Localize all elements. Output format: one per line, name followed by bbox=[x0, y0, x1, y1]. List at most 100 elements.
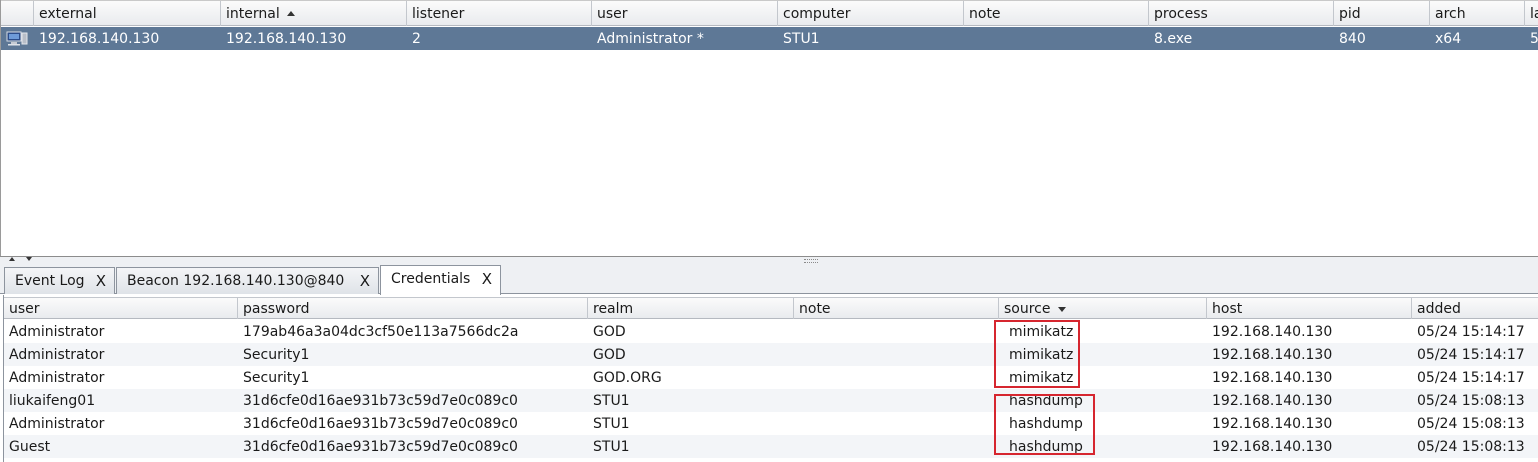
cell-user: Administrator bbox=[9, 324, 105, 340]
cell-password: 31d6cfe0d16ae931b73c59d7e0c089c0 bbox=[243, 393, 518, 409]
cell-note bbox=[794, 343, 999, 366]
cell-host: 192.168.140.130 bbox=[1212, 347, 1333, 363]
close-tab-icon[interactable]: X bbox=[360, 268, 370, 294]
tab-beacon[interactable]: Beacon 192.168.140.130@840 X bbox=[116, 267, 379, 294]
cell-added: 05/24 15:08:13 bbox=[1417, 393, 1525, 409]
column-header-note[interactable]: note bbox=[794, 298, 999, 319]
column-header-host[interactable]: host bbox=[1207, 298, 1412, 319]
cell-internal: 192.168.140.130 bbox=[226, 31, 347, 47]
cell-arch: x64 bbox=[1435, 31, 1462, 47]
column-header-arch[interactable]: arch bbox=[1430, 1, 1525, 26]
cell-realm: STU1 bbox=[593, 416, 630, 432]
cell-source: hashdump bbox=[1009, 439, 1083, 455]
credential-row[interactable]: liukaifeng01 31d6cfe0d16ae931b73c59d7e0c… bbox=[4, 389, 1538, 412]
column-header-label: process bbox=[1154, 6, 1208, 22]
cell-user: Administrator bbox=[9, 370, 105, 386]
column-header-label: added bbox=[1417, 301, 1461, 317]
credentials-table-header: user password realm note source host add… bbox=[4, 297, 1538, 319]
pane-splitter[interactable] bbox=[0, 256, 1538, 264]
column-header-label: host bbox=[1212, 301, 1243, 317]
credentials-table: user password realm note source host add… bbox=[3, 295, 1538, 462]
cell-password: 31d6cfe0d16ae931b73c59d7e0c089c0 bbox=[243, 416, 518, 432]
cell-user: Administrator * bbox=[597, 31, 704, 47]
cell-source: mimikatz bbox=[1009, 370, 1074, 386]
column-header-user[interactable]: user bbox=[4, 298, 238, 319]
column-header-label: external bbox=[39, 6, 97, 22]
credential-row[interactable]: Administrator Security1 GOD.ORG mimikatz… bbox=[4, 366, 1538, 389]
cell-realm: GOD.ORG bbox=[593, 370, 662, 386]
column-header-label: la bbox=[1530, 6, 1538, 22]
splitter-grip-icon[interactable] bbox=[804, 259, 818, 263]
column-header-realm[interactable]: realm bbox=[588, 298, 794, 319]
beacon-table-header: external internal listener user computer… bbox=[1, 0, 1538, 26]
cell-last: 5 bbox=[1530, 31, 1538, 47]
column-header-internal[interactable]: internal bbox=[221, 1, 407, 26]
column-header-password[interactable]: password bbox=[238, 298, 588, 319]
column-header-process[interactable]: process bbox=[1149, 1, 1334, 26]
cell-listener: 2 bbox=[412, 31, 421, 47]
cell-host: 192.168.140.130 bbox=[1212, 324, 1333, 340]
cell-host: 192.168.140.130 bbox=[1212, 439, 1333, 455]
column-header-label: note bbox=[969, 6, 1001, 22]
column-header-label: computer bbox=[783, 6, 851, 22]
close-tab-icon[interactable]: X bbox=[482, 266, 492, 292]
cell-added: 05/24 15:14:17 bbox=[1417, 370, 1525, 386]
cell-source: hashdump bbox=[1009, 393, 1083, 409]
cell-external: 192.168.140.130 bbox=[39, 31, 160, 47]
cell-password: 179ab46a3a04dc3cf50e113a7566dc2a bbox=[243, 324, 519, 340]
cell-source: hashdump bbox=[1009, 416, 1083, 432]
column-header-label: realm bbox=[593, 301, 634, 317]
credential-row[interactable]: Administrator 179ab46a3a04dc3cf50e113a75… bbox=[4, 320, 1538, 343]
cell-user: liukaifeng01 bbox=[9, 393, 96, 409]
cell-note bbox=[964, 27, 1149, 50]
tab-label: Event Log bbox=[15, 273, 85, 289]
tab-label: Credentials bbox=[391, 271, 471, 287]
tab-label: Beacon 192.168.140.130@840 bbox=[127, 273, 345, 289]
beacon-table: external internal listener user computer… bbox=[0, 0, 1538, 256]
cell-realm: STU1 bbox=[593, 439, 630, 455]
cell-note bbox=[794, 435, 999, 458]
column-header-user[interactable]: user bbox=[592, 1, 778, 26]
column-header-label: password bbox=[243, 301, 310, 317]
column-header-label: arch bbox=[1435, 6, 1466, 22]
cell-note bbox=[794, 412, 999, 435]
cell-source: mimikatz bbox=[1009, 347, 1074, 363]
cell-added: 05/24 15:14:17 bbox=[1417, 347, 1525, 363]
column-header-computer[interactable]: computer bbox=[778, 1, 964, 26]
column-header-external[interactable]: external bbox=[34, 1, 221, 26]
column-header-label: source bbox=[1004, 301, 1051, 317]
credential-row[interactable]: Administrator Security1 GOD mimikatz 192… bbox=[4, 343, 1538, 366]
cell-host: 192.168.140.130 bbox=[1212, 416, 1333, 432]
column-header-listener[interactable]: listener bbox=[407, 1, 592, 26]
cell-realm: STU1 bbox=[593, 393, 630, 409]
credential-row[interactable]: Guest 31d6cfe0d16ae931b73c59d7e0c089c0 S… bbox=[4, 435, 1538, 458]
beacon-computer-icon bbox=[6, 31, 28, 46]
cell-computer: STU1 bbox=[783, 31, 820, 47]
cell-note bbox=[794, 320, 999, 343]
cell-host: 192.168.140.130 bbox=[1212, 393, 1333, 409]
cell-added: 05/24 15:08:13 bbox=[1417, 439, 1525, 455]
column-header-label: listener bbox=[412, 6, 465, 22]
credential-row[interactable]: Administrator 31d6cfe0d16ae931b73c59d7e0… bbox=[4, 412, 1538, 435]
split-expand-up-icon[interactable] bbox=[9, 257, 15, 261]
tab-credentials[interactable]: Credentials X bbox=[380, 265, 501, 295]
column-header-label: user bbox=[9, 301, 40, 317]
split-expand-down-icon[interactable] bbox=[26, 257, 32, 261]
cell-process: 8.exe bbox=[1154, 31, 1193, 47]
tab-event-log[interactable]: Event Log X bbox=[4, 267, 115, 294]
cell-added: 05/24 15:14:17 bbox=[1417, 324, 1525, 340]
sort-ascending-icon bbox=[286, 11, 295, 16]
close-tab-icon[interactable]: X bbox=[96, 268, 106, 294]
column-header-note[interactable]: note bbox=[964, 1, 1149, 26]
beacon-row[interactable]: 192.168.140.130 192.168.140.130 2 Admini… bbox=[1, 27, 1538, 50]
cell-pid: 840 bbox=[1339, 31, 1366, 47]
column-header-pid[interactable]: pid bbox=[1334, 1, 1430, 26]
column-header-label: note bbox=[799, 301, 831, 317]
column-header-icon[interactable] bbox=[1, 1, 34, 26]
cell-note bbox=[794, 366, 999, 389]
column-header-added[interactable]: added bbox=[1412, 298, 1538, 319]
column-header-last[interactable]: la bbox=[1525, 1, 1538, 26]
cell-user: Administrator bbox=[9, 416, 105, 432]
cell-host: 192.168.140.130 bbox=[1212, 370, 1333, 386]
column-header-source[interactable]: source bbox=[999, 298, 1207, 319]
